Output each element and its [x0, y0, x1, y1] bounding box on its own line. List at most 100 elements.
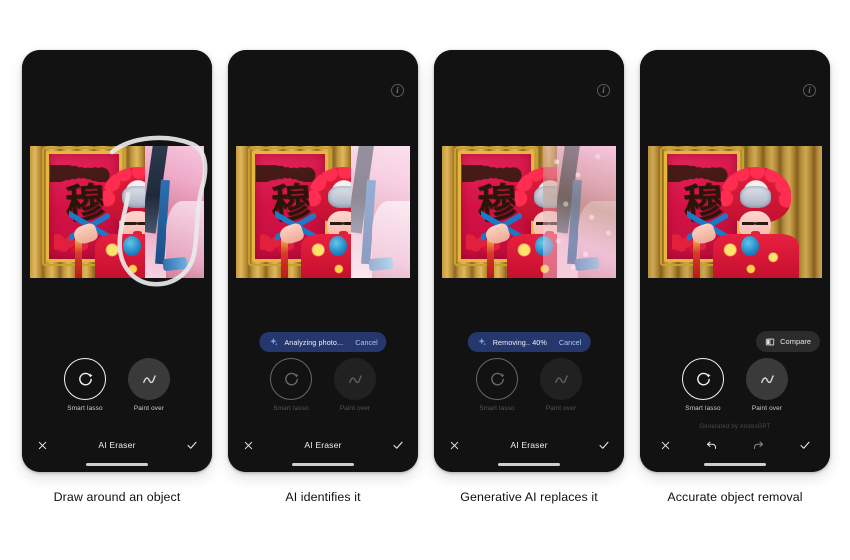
smart-lasso-icon: [696, 372, 711, 385]
photo-opera-performer: [686, 167, 799, 278]
paint-over-label: Paint over: [545, 405, 577, 412]
photo-canvas[interactable]: 穆: [442, 146, 616, 278]
smart-lasso-label: Smart lasso: [685, 405, 721, 412]
smart-lasso-label: Smart lasso: [67, 405, 103, 412]
compare-label: Compare: [780, 337, 811, 346]
paint-over-knob[interactable]: [746, 358, 788, 400]
photo-canvas[interactable]: 穆: [236, 146, 410, 278]
photo-blue-flower: [122, 235, 141, 256]
status-text: Analyzing photo...: [284, 337, 344, 347]
paint-over-icon: [142, 374, 156, 383]
check-icon[interactable]: [598, 439, 610, 451]
top-bar: [22, 50, 212, 104]
close-icon[interactable]: [243, 440, 254, 451]
tool-smart-lasso[interactable]: Smart lasso: [61, 358, 109, 412]
photo-image: 穆: [236, 146, 410, 278]
sparkle-icon: [478, 337, 486, 346]
compare-button[interactable]: Compare: [756, 331, 820, 352]
check-icon[interactable]: [392, 439, 404, 451]
tool-smart-lasso[interactable]: Smart lasso: [473, 358, 521, 412]
photo-blue-flower: [740, 235, 759, 256]
home-indicator: [86, 463, 148, 466]
panel-draw-around-object: 穆: [22, 50, 212, 504]
panel-generative-ai-replaces-it: i 穆: [434, 50, 624, 504]
paint-over-label: Paint over: [133, 405, 165, 412]
tool-smart-lasso[interactable]: Smart lasso: [679, 358, 727, 412]
undo-slot[interactable]: [703, 439, 721, 451]
panel-caption: AI identifies it: [285, 490, 361, 504]
redo-icon[interactable]: [751, 439, 765, 451]
confirm-slot[interactable]: [185, 439, 199, 451]
photo-canvas[interactable]: 穆: [648, 146, 822, 278]
phone-screen: i 穆: [434, 50, 624, 472]
close-icon[interactable]: [660, 440, 671, 451]
photo-canvas[interactable]: 穆: [30, 146, 204, 278]
cancel-button[interactable]: Cancel: [355, 338, 377, 347]
close-icon[interactable]: [449, 440, 460, 451]
photo-blue-flower: [328, 235, 347, 256]
phone-screen: i 穆: [640, 50, 830, 472]
home-indicator: [704, 463, 766, 466]
info-icon[interactable]: i: [391, 84, 404, 97]
close-icon[interactable]: [37, 440, 48, 451]
phone-frame: i 穆: [434, 50, 624, 472]
bottom-bar: AI Eraser: [228, 432, 418, 458]
paint-over-knob[interactable]: [334, 358, 376, 400]
paint-over-icon: [348, 374, 362, 383]
panel-caption: Generative AI replaces it: [460, 490, 598, 504]
close-slot[interactable]: [656, 440, 674, 451]
smart-lasso-knob[interactable]: [64, 358, 106, 400]
confirm-slot[interactable]: [391, 439, 405, 451]
close-slot[interactable]: [241, 440, 255, 451]
smart-lasso-knob[interactable]: [270, 358, 312, 400]
smart-lasso-label: Smart lasso: [273, 405, 309, 412]
paint-over-knob[interactable]: [128, 358, 170, 400]
screen-title: AI Eraser: [304, 440, 342, 450]
selection-highlight-overlay: [350, 146, 410, 278]
cancel-button[interactable]: Cancel: [559, 338, 581, 347]
paint-over-knob[interactable]: [540, 358, 582, 400]
panel-accurate-object-removal: i 穆: [640, 50, 830, 504]
redo-slot[interactable]: [749, 439, 767, 451]
check-icon[interactable]: [186, 439, 198, 451]
check-icon[interactable]: [799, 439, 811, 451]
paint-over-label: Paint over: [751, 405, 783, 412]
status-pill: Removing.. 40% Cancel: [467, 332, 591, 352]
close-slot[interactable]: [35, 440, 49, 451]
tool-paint-over[interactable]: Paint over: [331, 358, 379, 412]
confirm-slot[interactable]: [597, 439, 611, 451]
info-icon[interactable]: i: [803, 84, 816, 97]
tool-paint-over[interactable]: Paint over: [743, 358, 791, 412]
smart-lasso-knob[interactable]: [476, 358, 518, 400]
top-bar: i: [228, 50, 418, 104]
phone-frame: i 穆: [228, 50, 418, 472]
paint-over-icon: [760, 374, 774, 383]
status-text: Removing.. 40%: [492, 337, 547, 347]
close-slot[interactable]: [447, 440, 461, 451]
photo-image: 穆: [442, 146, 616, 278]
phone-screen: i 穆: [228, 50, 418, 472]
paint-over-label: Paint over: [339, 405, 371, 412]
paint-over-icon: [554, 374, 568, 383]
smart-lasso-icon: [490, 372, 505, 385]
generated-by-label: Generated by AndesGPT: [699, 424, 771, 430]
tool-smart-lasso[interactable]: Smart lasso: [267, 358, 315, 412]
confirm-slot[interactable]: [796, 439, 814, 451]
panel-caption: Accurate object removal: [667, 490, 803, 504]
bottom-bar: [640, 432, 830, 458]
undo-icon[interactable]: [705, 439, 719, 451]
smart-lasso-icon: [78, 372, 93, 385]
tool-row: Smart lasso Paint over: [22, 358, 212, 412]
photo-image: 穆: [30, 146, 204, 278]
smart-lasso-knob[interactable]: [682, 358, 724, 400]
info-icon[interactable]: i: [597, 84, 610, 97]
tool-paint-over[interactable]: Paint over: [125, 358, 173, 412]
top-bar: i: [434, 50, 624, 104]
screenshot-canvas: 穆: [0, 0, 850, 560]
phone-frame: 穆: [22, 50, 212, 472]
panel-ai-identifies-it: i 穆: [228, 50, 418, 504]
tool-paint-over[interactable]: Paint over: [537, 358, 585, 412]
panel-caption: Draw around an object: [53, 490, 181, 504]
photo-image: 穆: [648, 146, 822, 278]
removal-dissolve-overlay: [542, 146, 616, 278]
